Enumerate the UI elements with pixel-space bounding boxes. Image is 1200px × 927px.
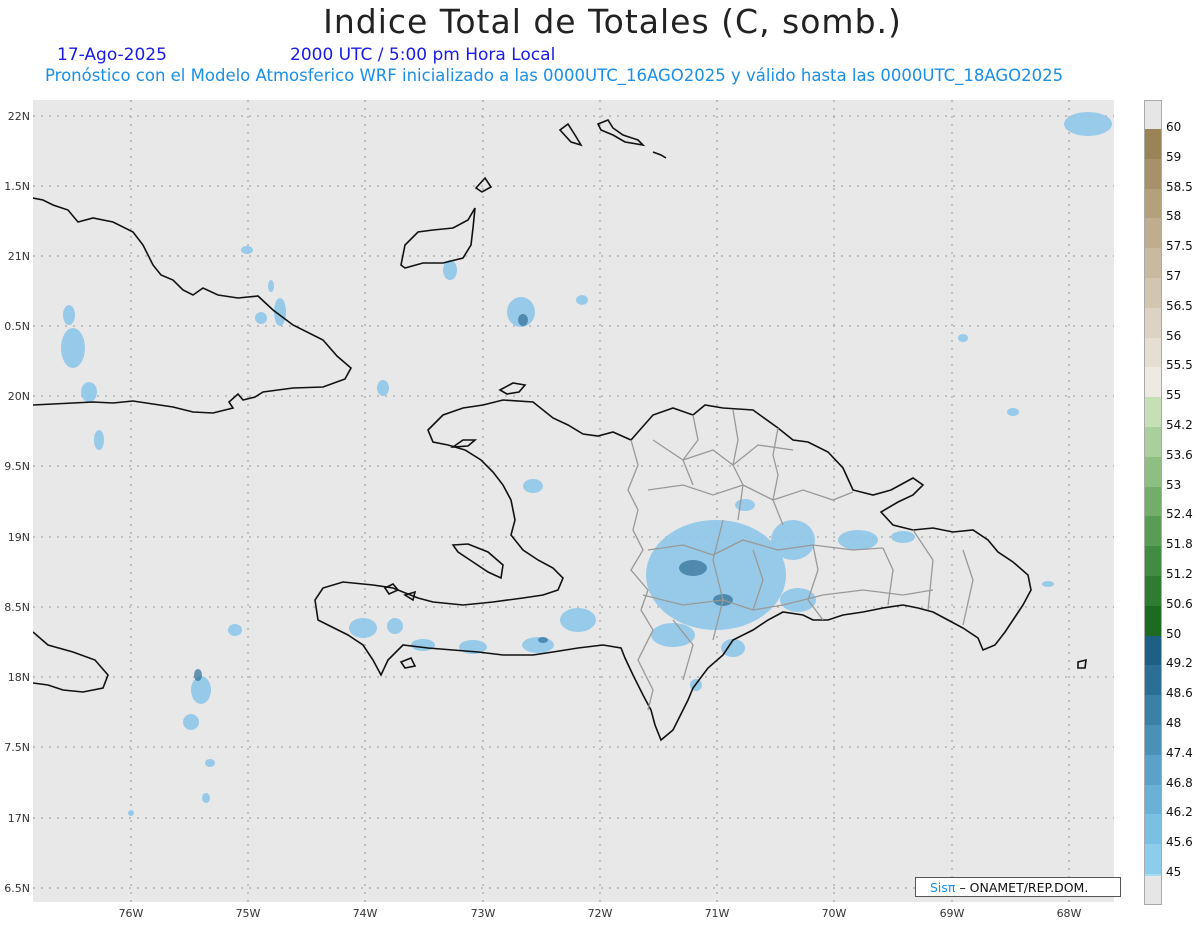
model-description: Pronóstico con el Modelo Atmosferico WRF…: [45, 66, 1064, 85]
credit-sis: Sisπ: [930, 880, 956, 895]
colorbar-swatch: [1145, 784, 1161, 815]
lat-label-20n: 20N: [7, 390, 30, 403]
credit-box: Sisπ – ONAMET/REP.DOM.: [915, 877, 1121, 897]
colorbar-swatch: [1145, 635, 1161, 666]
colorbar-swatch: [1145, 367, 1161, 398]
forecast-date: 17-Ago-2025: [57, 45, 167, 65]
colorbar-level-label: 56.5: [1166, 298, 1193, 313]
forecast-time: 2000 UTC / 5:00 pm Hora Local: [290, 45, 556, 65]
colorbar-level-label: 57.5: [1166, 239, 1193, 254]
colorbar-level-label: 46.2: [1166, 805, 1193, 820]
colorbar-swatch: [1145, 516, 1161, 547]
colorbar-level-label: 48: [1166, 716, 1182, 730]
lon-label-72w: 72W: [587, 907, 613, 920]
colorbar-level-label: 52.4: [1166, 507, 1193, 522]
forecast-map: [33, 100, 1114, 902]
lat-label-22n: 22N: [7, 110, 30, 123]
lon-label-70w: 70W: [821, 907, 847, 920]
colorbar-swatch: [1145, 814, 1161, 845]
colorbar-swatch: [1145, 158, 1161, 190]
lat-label-21n: 21N: [7, 250, 30, 263]
colorbar-level-label: 50: [1166, 626, 1182, 641]
lat-label-17-5n: 7.5N: [4, 741, 30, 754]
lat-label-20-5n: 0.5N: [4, 320, 30, 333]
lat-label-19n: 19N: [7, 531, 30, 544]
colorbar-level-label: 60: [1166, 120, 1182, 134]
colorbar-level-label: 58.5: [1166, 179, 1193, 194]
colorbar-level-label: 45: [1166, 865, 1182, 879]
colorbar-level-label: 54.2: [1166, 418, 1193, 432]
colorbar-level-label: 51.8: [1166, 537, 1193, 552]
map-title: Indice Total de Totales (C, somb.): [323, 2, 902, 41]
colorbar-top-cap: [1145, 101, 1161, 129]
colorbar-level-label: 47.4: [1166, 745, 1193, 760]
colorbar-swatch: [1145, 456, 1161, 488]
colorbar-level-label: 57: [1166, 269, 1182, 283]
colorbar-swatch: [1145, 337, 1161, 368]
colorbar-level-label: 48.6: [1166, 686, 1193, 701]
colorbar-swatch: [1145, 725, 1161, 756]
colorbar-level-label: 53: [1166, 477, 1182, 492]
colorbar-level-label: 46.8: [1166, 775, 1193, 790]
colorbar-swatch: [1145, 695, 1161, 726]
lon-label-71w: 71W: [704, 907, 730, 920]
lon-label-68w: 68W: [1056, 907, 1082, 920]
colorbar-swatch: [1145, 129, 1161, 160]
colorbar-swatch: [1145, 605, 1161, 637]
lon-label-75w: 75W: [235, 907, 261, 920]
colorbar-level-label: 56: [1166, 328, 1182, 343]
lon-label-69w: 69W: [939, 907, 965, 920]
colorbar-swatch: [1145, 397, 1161, 428]
colorbar-level-label: 51.2: [1166, 567, 1193, 581]
colorbar-swatch: [1145, 754, 1161, 786]
colorbar-swatch: [1145, 307, 1161, 339]
lon-label-74w: 74W: [352, 907, 378, 920]
colorbar: [1144, 100, 1162, 905]
credit-org: – ONAMET/REP.DOM.: [959, 880, 1089, 895]
lat-label-19-5n: 9.5N: [4, 460, 30, 473]
colorbar-swatch: [1145, 844, 1161, 875]
colorbar-level-label: 58: [1166, 209, 1182, 224]
colorbar-swatch: [1145, 248, 1161, 279]
lat-label-18n: 18N: [7, 671, 30, 684]
colorbar-swatch: [1145, 278, 1161, 309]
lat-label-18-5n: 8.5N: [4, 601, 30, 614]
colorbar-level-label: 50.6: [1166, 596, 1193, 611]
colorbar-swatch: [1145, 546, 1161, 577]
lat-label-17n: 17N: [7, 812, 30, 825]
colorbar-swatch: [1145, 665, 1161, 696]
lon-label-73w: 73W: [470, 907, 496, 920]
lat-label-16-5n: 6.5N: [4, 882, 30, 895]
colorbar-level-label: 53.6: [1166, 447, 1193, 462]
colorbar-swatch: [1145, 218, 1161, 249]
colorbar-bottom-cap: [1145, 876, 1161, 904]
colorbar-level-label: 59: [1166, 149, 1182, 164]
lon-label-76w: 76W: [118, 907, 144, 920]
colorbar-swatch: [1145, 576, 1161, 607]
colorbar-swatch: [1145, 188, 1161, 219]
colorbar-level-label: 55: [1166, 388, 1182, 403]
colorbar-swatch: [1145, 486, 1161, 517]
colorbar-swatch: [1145, 427, 1161, 458]
colorbar-level-label: 49.2: [1166, 656, 1193, 671]
lat-label-21-5n: 1.5N: [4, 180, 30, 193]
colorbar-level-label: 55.5: [1166, 358, 1193, 373]
colorbar-level-label: 45.6: [1166, 835, 1193, 850]
